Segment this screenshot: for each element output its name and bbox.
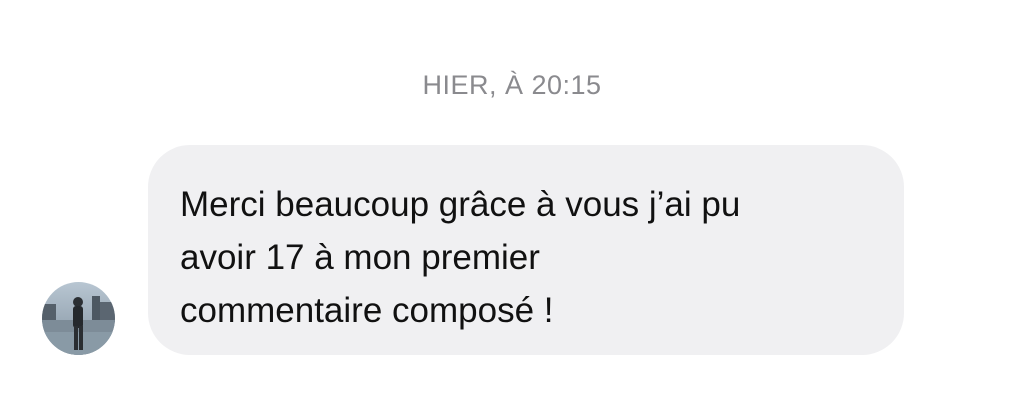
sender-avatar[interactable] xyxy=(42,282,115,355)
message-timestamp: HIER, À 20:15 xyxy=(422,70,602,100)
chat-thread: HIER, À 20:15 Merci beaucoup grâce à vou xyxy=(0,0,1024,397)
message-bubble[interactable]: Merci beaucoup grâce à vous j’ai pu avoir… xyxy=(148,145,904,355)
message-line: Merci beaucoup grâce à vous j’ai pu xyxy=(180,185,741,224)
message-line: commentaire composé ! xyxy=(180,291,554,330)
message-text: Merci beaucoup grâce à vous j’ai pu avoir… xyxy=(180,178,874,337)
message-line: avoir 17 à mon premier xyxy=(180,238,540,277)
avatar-photo-icon xyxy=(42,282,115,355)
